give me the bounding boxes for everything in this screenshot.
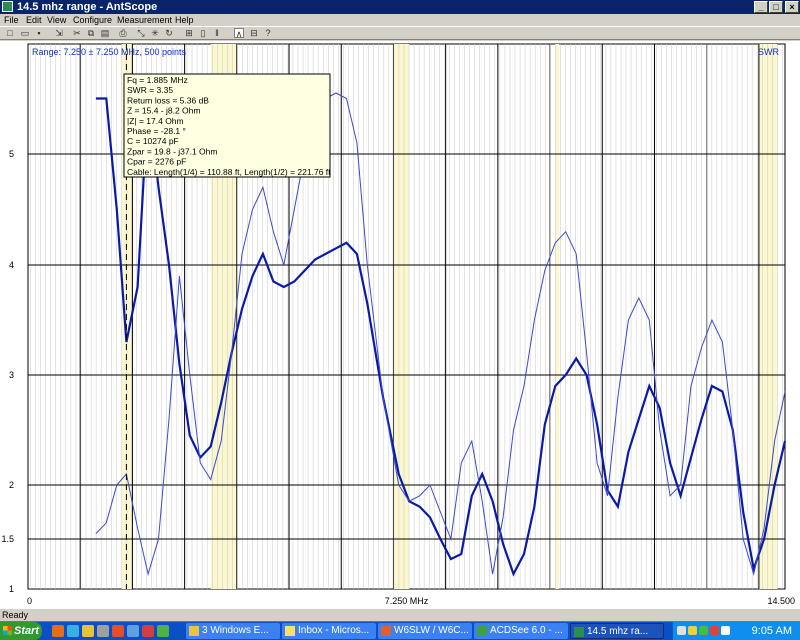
band-highlight-2 xyxy=(393,44,410,589)
paste-icon[interactable]: ▤ xyxy=(100,28,110,38)
cut-icon[interactable]: ✂ xyxy=(72,28,82,38)
menu-edit[interactable]: Edit xyxy=(26,14,42,26)
folder-icon xyxy=(189,626,199,636)
status-bar: Ready xyxy=(0,609,800,621)
menu-view[interactable]: View xyxy=(47,14,66,26)
task-acdsee[interactable]: ACDSee 6.0 - ... xyxy=(474,623,568,639)
quicklaunch-ie-icon[interactable] xyxy=(67,625,79,637)
band-highlight-3 xyxy=(555,44,560,589)
quicklaunch-desktop-icon[interactable] xyxy=(127,625,139,637)
y-tick-label-4: 4 xyxy=(9,260,14,270)
y-tick-label-1: 1.5 xyxy=(1,534,14,544)
y-tick-label-2: 2 xyxy=(9,480,14,490)
menu-configure[interactable]: Configure xyxy=(73,14,112,26)
close-button[interactable]: × xyxy=(785,1,799,13)
print-icon[interactable]: ⎙ xyxy=(118,28,128,38)
zoom-in-icon[interactable]: ⤡ xyxy=(136,28,146,38)
new-icon[interactable]: □ xyxy=(5,28,15,38)
quicklaunch-app-icon[interactable] xyxy=(142,625,154,637)
tray-network-icon[interactable] xyxy=(677,626,686,635)
cursor-info-line-7: Zpar = 19.8 - j37.1 Ohm xyxy=(127,146,217,156)
firefox-icon xyxy=(381,626,391,636)
quicklaunch-outlook-icon[interactable] xyxy=(52,625,64,637)
quicklaunch-folder-icon[interactable] xyxy=(82,625,94,637)
tray-app-icon[interactable] xyxy=(721,626,730,635)
open-icon[interactable]: ▭ xyxy=(20,28,30,38)
tray-alert-icon[interactable] xyxy=(710,626,719,635)
cursor-info-line-0: Fq = 1.885 MHz xyxy=(127,75,188,85)
task-browser[interactable]: W6SLW / W6C... xyxy=(378,623,472,639)
cursor-info-line-3: Z = 15.4 - j8.2 Ohm xyxy=(127,106,200,116)
single-sweep-icon[interactable]: ▯ xyxy=(198,28,208,38)
limits-icon[interactable]: ⊟ xyxy=(249,28,259,38)
task-windows-explorer[interactable]: 3 Windows E... xyxy=(186,623,280,639)
menu-help[interactable]: Help xyxy=(175,14,194,26)
task-antscope[interactable]: 14.5 mhz ra... xyxy=(570,623,664,639)
menu-file[interactable]: File xyxy=(4,14,19,26)
cursor-info-line-8: Cpar = 2276 pF xyxy=(127,157,186,167)
marker-icon[interactable]: ∧ xyxy=(234,28,244,39)
status-text: Ready xyxy=(2,610,29,620)
antscope-icon xyxy=(574,627,584,637)
mail-icon xyxy=(285,626,295,636)
series-label: SWR xyxy=(758,47,779,57)
app-icon xyxy=(2,1,13,12)
maximize-button[interactable]: □ xyxy=(769,1,783,13)
save-icon[interactable]: ▪ xyxy=(34,28,44,38)
copy-icon[interactable]: ⧉ xyxy=(86,28,96,38)
cursor-info-line-1: SWR = 3.35 xyxy=(127,85,173,95)
import-icon[interactable]: ⇲ xyxy=(54,28,64,38)
x-tick-label-0: 0 xyxy=(27,596,32,606)
y-tick-label-0: 1 xyxy=(9,584,14,594)
minimize-button[interactable]: _ xyxy=(754,1,768,13)
help-icon[interactable]: ? xyxy=(263,28,273,38)
range-label: Range: 7.250 ± 7.250 MHz, 500 points xyxy=(32,47,187,57)
menu-bar: File Edit View Configure Measurement Hel… xyxy=(0,14,800,26)
clock: 9:05 AM xyxy=(751,625,792,637)
tray-security-icon[interactable] xyxy=(699,626,708,635)
swr-chart[interactable]: 1 1.5 2 3 4 5 0 7.250 MHz 14.500 Range: 7.250 ± … xyxy=(0,41,800,609)
swr-chart-area[interactable]: 1 1.5 2 3 4 5 0 7.250 MHz 14.500 Range: 7.250 ± … xyxy=(0,41,800,609)
quicklaunch-firefox-icon[interactable] xyxy=(112,625,124,637)
pause-icon[interactable]: ‖ xyxy=(212,28,222,38)
title-bar: 14.5 mhz range - AntScope _ □ × xyxy=(0,0,800,14)
task-inbox[interactable]: Inbox - Micros... xyxy=(282,623,376,639)
quicklaunch-app2-icon[interactable] xyxy=(157,625,169,637)
x-tick-label-1: 7.250 MHz xyxy=(385,596,429,606)
scan-icon[interactable]: ⊞ xyxy=(184,28,194,38)
cursor-info-box: Fq = 1.885 MHzSWR = 3.35Return loss = 5.… xyxy=(123,73,331,178)
band-highlight-4 xyxy=(758,44,778,589)
acdsee-icon xyxy=(477,626,487,636)
refresh-icon[interactable]: ↻ xyxy=(164,28,174,38)
cursor-info-line-9: Cable: Length(1/4) = 110.88 ft, Length(1… xyxy=(127,167,331,177)
cursor-info-line-6: C = 10274 pF xyxy=(127,136,179,146)
y-tick-label-5: 5 xyxy=(9,149,14,159)
tray-volume-icon[interactable] xyxy=(688,626,697,635)
taskbar: Start 3 Windows E... Inbox - Micros... W… xyxy=(0,621,800,640)
start-button[interactable]: Start xyxy=(0,622,42,640)
quicklaunch-media-icon[interactable] xyxy=(97,625,109,637)
cursor-info-line-4: |Z| = 17.4 Ohm xyxy=(127,116,184,126)
zoom-out-icon[interactable]: ✳ xyxy=(150,28,160,38)
y-tick-label-3: 3 xyxy=(9,370,14,380)
x-tick-label-2: 14.500 xyxy=(767,596,795,606)
system-tray: 9:05 AM xyxy=(672,622,800,640)
cursor-info-line-5: Phase = -28.1 ° xyxy=(127,126,186,136)
window-title: 14.5 mhz range - AntScope xyxy=(17,1,158,13)
menu-measurement[interactable]: Measurement xyxy=(117,14,172,26)
toolbar: □ ▭ ▪ ⇲ ✂ ⧉ ▤ ⎙ ⤡ ✳ ↻ ⊞ ▯ ‖ ∧ ⊟ ? xyxy=(0,26,800,40)
windows-logo-icon xyxy=(3,626,12,635)
cursor-info-line-2: Return loss = 5.36 dB xyxy=(127,95,209,105)
